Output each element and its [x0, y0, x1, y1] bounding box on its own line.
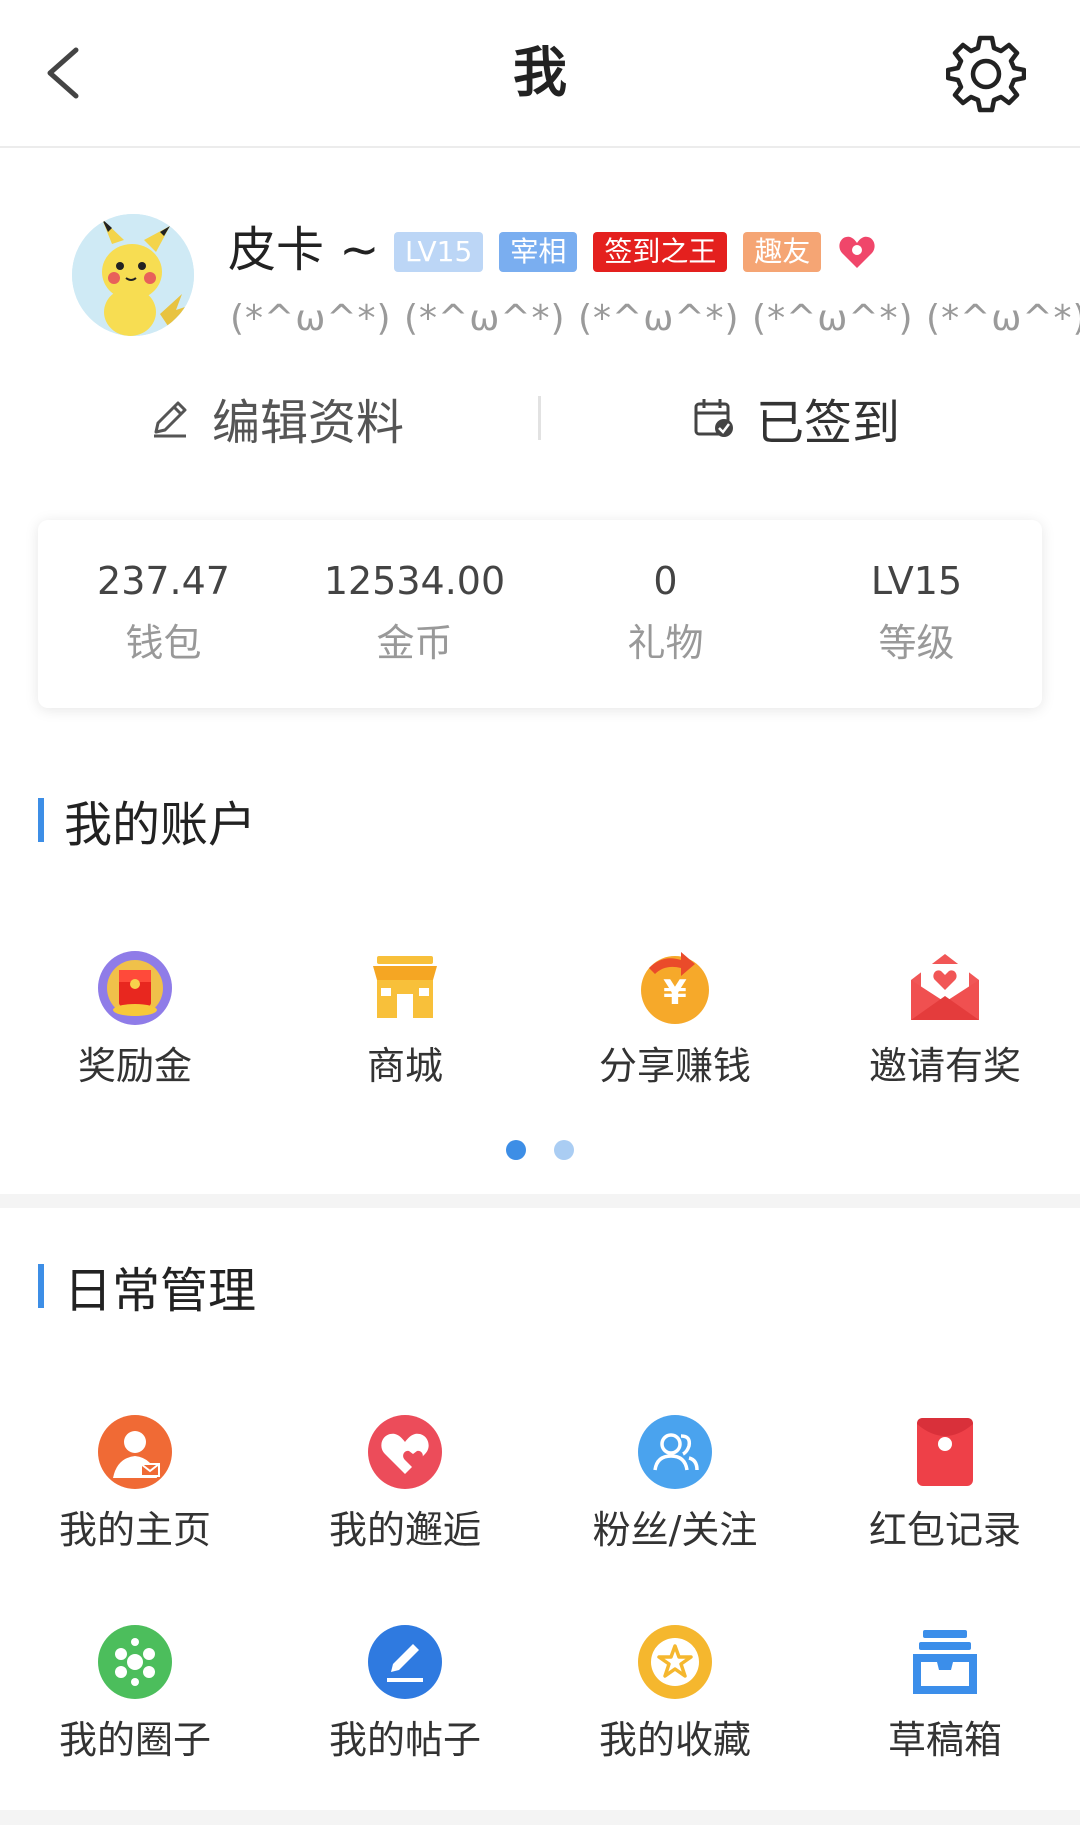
- account-title-text: 我的账户: [64, 797, 257, 853]
- grid-item-label: 商城: [366, 1044, 443, 1088]
- stat-label: 礼物: [627, 621, 704, 665]
- grid-item-share-earn[interactable]: ¥ 分享赚钱: [540, 950, 810, 1090]
- heart-badge-icon: [839, 236, 875, 268]
- calendar-check-icon: [694, 399, 733, 437]
- grid-item-label: 粉丝/关注: [592, 1508, 758, 1552]
- section-divider: [0, 1194, 1080, 1208]
- section-accent-bar: [38, 798, 44, 842]
- stat-gifts[interactable]: 0 礼物: [540, 520, 791, 708]
- grid-item-label: 我的收藏: [598, 1718, 751, 1762]
- drafts-icon: [913, 1630, 977, 1694]
- profile-actions: 编辑资料 已签到: [0, 358, 1080, 478]
- stat-value: 237.47: [97, 559, 230, 603]
- svg-text:¥: ¥: [663, 973, 687, 1013]
- edit-profile-button[interactable]: 编辑资料: [148, 358, 404, 478]
- signed-in-label: 已签到: [756, 395, 901, 451]
- share-earn-icon: ¥: [641, 952, 709, 1024]
- stat-value: 0: [653, 559, 678, 603]
- grid-item-label: 我的邂逅: [328, 1508, 481, 1552]
- red-packet-icon: [917, 1418, 973, 1486]
- carousel-pager: [0, 1140, 1080, 1160]
- posts-icon: [368, 1625, 442, 1699]
- stat-label: 钱包: [125, 621, 202, 665]
- fans-icon: [638, 1415, 712, 1489]
- grid-item-fans[interactable]: 粉丝/关注: [540, 1414, 810, 1554]
- grid-item-label: 分享赚钱: [598, 1044, 751, 1088]
- level-badge: LV15: [394, 232, 484, 272]
- invite-envelope-icon: [911, 954, 979, 1020]
- daily-section-title: 日常管理: [38, 1256, 256, 1319]
- reward-icon: [98, 951, 172, 1025]
- section-accent-bar: [38, 1264, 44, 1308]
- signin-king-badge: 签到之王: [593, 232, 728, 272]
- pager-dot[interactable]: [554, 1140, 574, 1160]
- stat-value: LV15: [870, 559, 963, 603]
- grid-item-red-packet[interactable]: 红包记录: [810, 1414, 1080, 1554]
- daily-title-text: 日常管理: [64, 1263, 257, 1319]
- stat-label: 金币: [376, 621, 453, 665]
- actions-divider: [538, 396, 541, 440]
- pikachu-avatar-icon: [72, 214, 194, 336]
- stat-label: 等级: [878, 621, 955, 665]
- grid-item-circle[interactable]: 我的圈子: [0, 1624, 270, 1764]
- rank-badge: 宰相: [499, 232, 578, 272]
- grid-item-label: 红包记录: [868, 1508, 1021, 1552]
- stat-level[interactable]: LV15 等级: [791, 520, 1042, 708]
- username: 皮卡 ~: [228, 222, 380, 278]
- stat-wallet[interactable]: 237.47 钱包: [38, 520, 289, 708]
- profile-section: 皮卡 ~ LV15 宰相 签到之王 趣友 (*^ω^*) (*^ω^*) (*^…: [0, 148, 1080, 358]
- grid-item-label: 奖励金: [77, 1044, 192, 1088]
- grid-item-label: 我的圈子: [58, 1718, 211, 1762]
- pager-dot-active[interactable]: [506, 1140, 526, 1160]
- grid-item-store[interactable]: 商城: [270, 950, 540, 1090]
- grid-item-encounter[interactable]: 我的邂逅: [270, 1414, 540, 1554]
- grid-item-label: 我的主页: [58, 1508, 211, 1552]
- stat-coins[interactable]: 12534.00 金币: [289, 520, 540, 708]
- grid-item-label: 草稿箱: [887, 1718, 1002, 1762]
- friend-badge: 趣友: [743, 232, 822, 272]
- account-section-title: 我的账户: [38, 790, 256, 853]
- avatar[interactable]: [72, 214, 194, 336]
- pencil-icon: [154, 401, 187, 438]
- homepage-icon: [98, 1415, 172, 1489]
- settings-gear-icon[interactable]: [946, 34, 1026, 114]
- circle-icon: [98, 1625, 172, 1699]
- store-icon: [373, 956, 437, 1018]
- top-bar: 我: [0, 0, 1080, 148]
- favorites-icon: [638, 1625, 712, 1699]
- signed-in-button[interactable]: 已签到: [692, 358, 900, 478]
- grid-item-reward[interactable]: 奖励金: [0, 950, 270, 1090]
- grid-item-favorites[interactable]: 我的收藏: [540, 1624, 810, 1764]
- grid-item-label: 我的帖子: [328, 1718, 481, 1762]
- bottom-divider: [0, 1810, 1080, 1825]
- grid-item-drafts[interactable]: 草稿箱: [810, 1624, 1080, 1764]
- grid-item-posts[interactable]: 我的帖子: [270, 1624, 540, 1764]
- stats-card: 237.47 钱包 12534.00 金币 0 礼物 LV15 等级: [38, 520, 1042, 708]
- edit-profile-label: 编辑资料: [212, 395, 405, 451]
- signature-text: (*^ω^*) (*^ω^*) (*^ω^*) (*^ω^*) (*^ω^*): [230, 298, 1080, 339]
- grid-item-label: 邀请有奖: [868, 1044, 1021, 1088]
- encounter-icon: [368, 1415, 442, 1489]
- grid-item-invite[interactable]: 邀请有奖: [810, 950, 1080, 1090]
- badge-row: LV15 宰相 签到之王 趣友: [394, 232, 877, 272]
- grid-item-homepage[interactable]: 我的主页: [0, 1414, 270, 1554]
- page-title: 我: [513, 41, 567, 104]
- stat-value: 12534.00: [323, 559, 506, 603]
